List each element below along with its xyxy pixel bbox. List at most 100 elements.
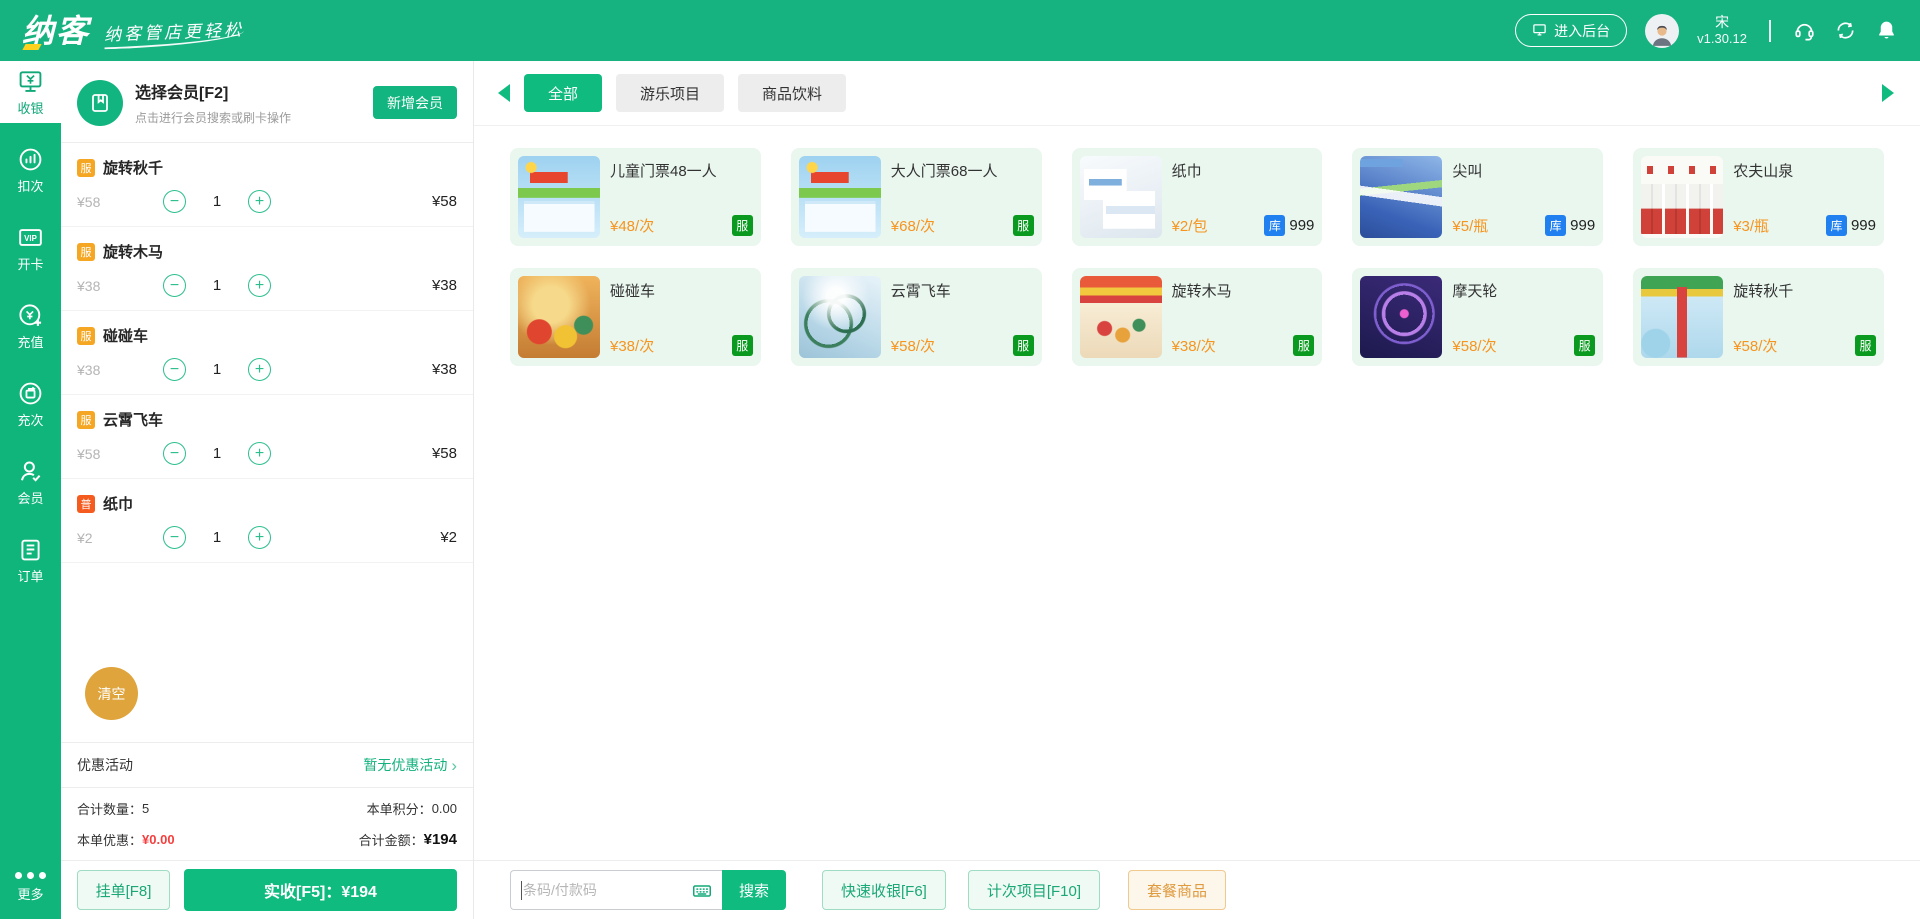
monitor-icon — [1532, 22, 1547, 40]
category-tab-1[interactable]: 游乐项目 — [616, 74, 724, 112]
item-type-badge: 服 — [77, 243, 95, 261]
product-image — [518, 156, 600, 238]
decrease-qty-button[interactable]: − — [163, 442, 186, 465]
count-item-button[interactable]: 计次项目[F10] — [968, 870, 1100, 910]
decrease-qty-button[interactable]: − — [163, 358, 186, 381]
enter-backstage-button[interactable]: 进入后台 — [1515, 14, 1627, 47]
category-tab-0[interactable]: 全部 — [524, 74, 602, 112]
search-button[interactable]: 搜索 — [722, 870, 786, 910]
sidebar-item-more[interactable]: 更多 — [0, 862, 61, 919]
product-price: ¥38/次 — [1172, 335, 1216, 356]
product-card[interactable]: 农夫山泉 ¥3/瓶 库 999 — [1633, 148, 1884, 246]
tabs-scroll-right-icon[interactable] — [1882, 84, 1894, 102]
keyboard-icon[interactable] — [691, 880, 713, 902]
app-slogan: 纳客管店更轻松 — [104, 15, 245, 49]
decrease-qty-button[interactable]: − — [163, 526, 186, 549]
product-card[interactable]: 碰碰车 ¥38/次 服 — [510, 268, 761, 366]
charge-button[interactable]: 实收[F5]：¥194 — [184, 869, 457, 911]
product-card[interactable]: 旋转木马 ¥38/次 服 — [1072, 268, 1323, 366]
cashier-icon — [17, 68, 44, 95]
product-price: ¥58/次 — [1733, 335, 1777, 356]
user-avatar[interactable] — [1645, 14, 1679, 48]
increase-qty-button[interactable]: + — [248, 274, 271, 297]
product-price: ¥2/包 — [1172, 215, 1208, 236]
add-member-button[interactable]: 新增会员 — [373, 86, 457, 119]
hold-order-button[interactable]: 挂单[F8] — [77, 870, 170, 910]
sidebar-item-recharge[interactable]: 充值 — [0, 295, 61, 357]
item-type-badge: 服 — [77, 411, 95, 429]
promo-row: 优惠活动 暂无优惠活动 › — [61, 742, 473, 787]
product-card[interactable]: 儿童门票48一人 ¥48/次 服 — [510, 148, 761, 246]
bell-icon[interactable] — [1875, 19, 1898, 42]
product-price: ¥38/次 — [610, 335, 654, 356]
service-badge: 服 — [1013, 335, 1034, 356]
product-grid: 儿童门票48一人 ¥48/次 服 大人门票68一人 ¥68/次 服 纸巾 ¥2/… — [474, 126, 1920, 366]
product-name: 碰碰车 — [610, 280, 753, 301]
promo-label: 优惠活动 — [77, 755, 133, 775]
item-name: 旋转秋千 — [103, 157, 163, 178]
product-card[interactable]: 尖叫 ¥5/瓶 库 999 — [1352, 148, 1603, 246]
cart-panel: 选择会员[F2] 点击进行会员搜索或刷卡操作 新增会员 服 旋转秋千 ¥58 −… — [61, 61, 474, 919]
category-tab-2[interactable]: 商品饮料 — [738, 74, 846, 112]
product-price: ¥68/次 — [891, 215, 935, 236]
member-card-icon[interactable] — [77, 80, 123, 126]
product-card[interactable]: 摩天轮 ¥58/次 服 — [1352, 268, 1603, 366]
app-logo: 纳客 — [22, 15, 90, 47]
points-value: 0.00 — [432, 801, 457, 816]
customer-service-headset-icon[interactable] — [1793, 19, 1816, 42]
increase-qty-button[interactable]: + — [248, 358, 271, 381]
quick-cashier-button[interactable]: 快速收银[F6] — [822, 870, 946, 910]
promo-value-link[interactable]: 暂无优惠活动 › — [363, 755, 457, 775]
total-qty-value: 5 — [142, 801, 149, 816]
cart-action-bar: 挂单[F8] 实收[F5]：¥194 — [61, 860, 473, 919]
item-type-badge: 服 — [77, 327, 95, 345]
points-label: 本单积分： — [367, 799, 432, 818]
more-dots-icon — [15, 872, 46, 879]
member-select-title: 选择会员[F2] — [135, 79, 361, 103]
stock-count: 999 — [1570, 217, 1595, 234]
member-select-header: 选择会员[F2] 点击进行会员搜索或刷卡操作 新增会员 — [61, 61, 473, 143]
sidebar-item-deduct[interactable]: 扣次 — [0, 139, 61, 201]
item-name: 云霄飞车 — [103, 409, 163, 430]
combo-product-button[interactable]: 套餐商品 — [1128, 870, 1226, 910]
sidebar-item-cashier[interactable]: 收银 — [0, 61, 61, 123]
sidebar-item-member[interactable]: 会员 — [0, 451, 61, 513]
item-name: 纸巾 — [103, 493, 133, 514]
tabs-scroll-left-icon[interactable] — [498, 84, 510, 102]
item-qty: 1 — [212, 277, 222, 294]
text-caret — [521, 881, 522, 900]
increase-qty-button[interactable]: + — [248, 190, 271, 213]
sidebar-item-opencard[interactable]: VIP 开卡 — [0, 217, 61, 279]
decrease-qty-button[interactable]: − — [163, 190, 186, 213]
product-price: ¥48/次 — [610, 215, 654, 236]
decrease-qty-button[interactable]: − — [163, 274, 186, 297]
sidebar-item-recount[interactable]: 充次 — [0, 373, 61, 435]
product-image — [799, 276, 881, 358]
product-name: 云霄飞车 — [891, 280, 1034, 301]
total-amount-value: ¥194 — [424, 831, 457, 848]
product-image — [1641, 156, 1723, 238]
logo-accent — [22, 44, 41, 50]
increase-qty-button[interactable]: + — [248, 526, 271, 549]
product-card[interactable]: 旋转秋千 ¥58/次 服 — [1633, 268, 1884, 366]
sidebar-item-orders[interactable]: 订单 — [0, 529, 61, 591]
product-name: 纸巾 — [1172, 160, 1315, 181]
product-price: ¥3/瓶 — [1733, 215, 1769, 236]
item-total: ¥58 — [432, 193, 457, 210]
product-card[interactable]: 云霄飞车 ¥58/次 服 — [791, 268, 1042, 366]
item-qty: 1 — [212, 361, 222, 378]
increase-qty-button[interactable]: + — [248, 442, 271, 465]
sidebar-nav: 收银 扣次 VIP 开卡 充值 充次 会员 订单 更多 — [0, 61, 61, 919]
vip-card-icon: VIP — [17, 224, 44, 251]
item-name: 碰碰车 — [103, 325, 148, 346]
product-image — [1080, 276, 1162, 358]
item-unit-price: ¥2 — [77, 530, 163, 546]
product-price: ¥58/次 — [1452, 335, 1496, 356]
sync-icon[interactable] — [1834, 19, 1857, 42]
product-card[interactable]: 大人门票68一人 ¥68/次 服 — [791, 148, 1042, 246]
stock-count: 999 — [1851, 217, 1876, 234]
clear-cart-button[interactable]: 清空 — [85, 667, 138, 720]
product-card[interactable]: 纸巾 ¥2/包 库 999 — [1072, 148, 1323, 246]
member-select-area[interactable]: 选择会员[F2] 点击进行会员搜索或刷卡操作 — [135, 79, 361, 126]
cart-item: 服 碰碰车 ¥38 − 1 + ¥38 — [61, 311, 473, 395]
